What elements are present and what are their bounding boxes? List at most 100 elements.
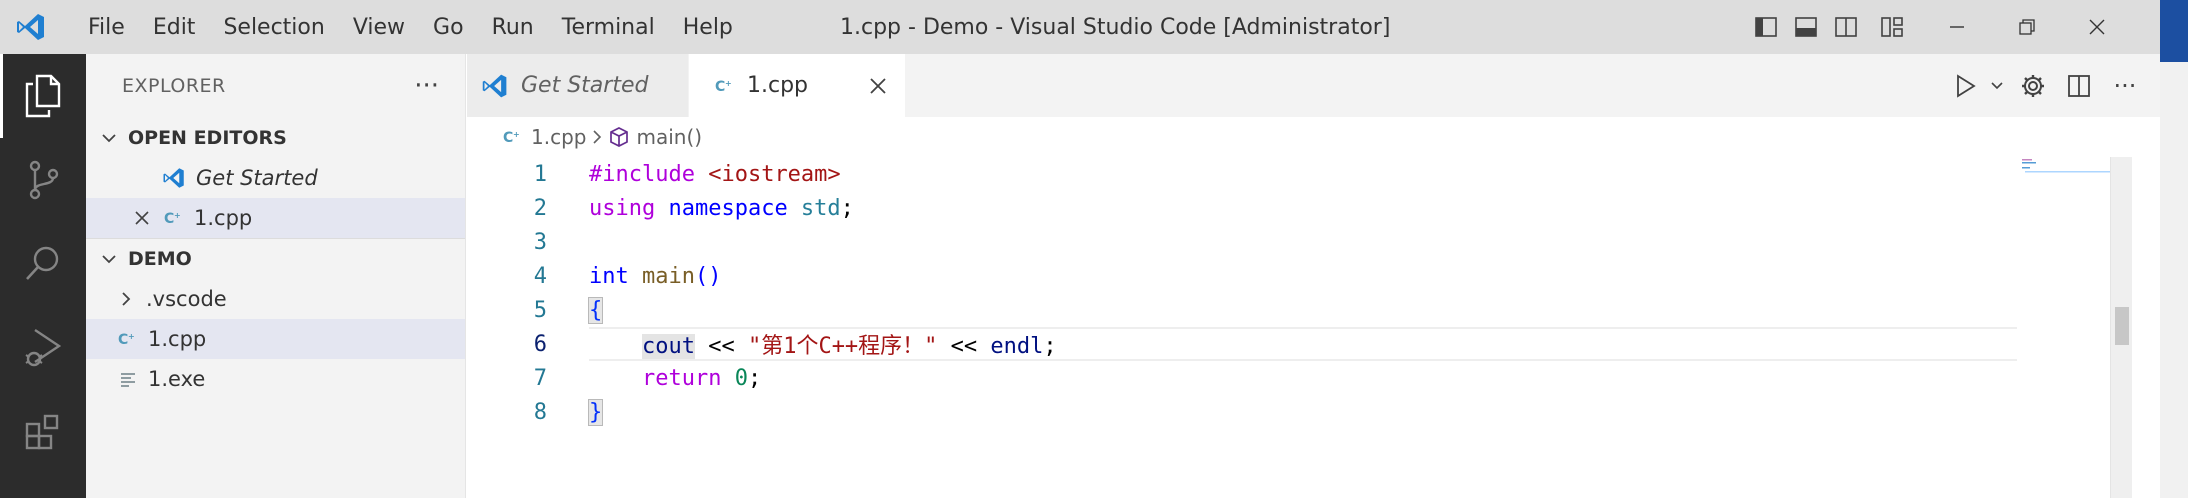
menu-terminal[interactable]: Terminal xyxy=(548,0,669,54)
line-number: 4 xyxy=(533,263,547,289)
svg-text:C: C xyxy=(118,332,128,348)
breadcrumb-file[interactable]: 1.cpp xyxy=(531,125,586,149)
customize-layout-icon[interactable] xyxy=(1872,0,1912,54)
menu-go[interactable]: Go xyxy=(419,0,478,54)
menu-run[interactable]: Run xyxy=(478,0,548,54)
tree-item-label: 1.cpp xyxy=(148,327,207,351)
editor-actions: ··· xyxy=(1948,54,2160,117)
code-line-current: 6 cout << "第1个C++程序！" << endl; xyxy=(467,327,2017,361)
cpp-file-icon: C + xyxy=(503,128,523,146)
search-icon[interactable] xyxy=(0,222,86,306)
menu-file[interactable]: File xyxy=(74,0,139,54)
explorer-header: EXPLORER ··· xyxy=(86,54,465,118)
svg-text:+: + xyxy=(725,79,732,88)
open-editors-label: OPEN EDITORS xyxy=(128,127,287,149)
cpp-file-icon: C + xyxy=(715,77,735,95)
tree-item-vscode-folder[interactable]: .vscode xyxy=(86,279,465,319)
chevron-down-icon[interactable] xyxy=(1984,54,2010,117)
menu-selection[interactable]: Selection xyxy=(209,0,338,54)
title-bar: File Edit Selection View Go Run Terminal… xyxy=(0,0,2160,54)
close-icon[interactable] xyxy=(134,210,150,226)
editor-area: Get Started C + 1.cpp ··· C + 1.cpp main… xyxy=(467,54,2160,498)
window-title: 1.cpp - Demo - Visual Studio Code [Admin… xyxy=(840,14,1391,40)
close-window-button[interactable] xyxy=(2062,0,2132,54)
restore-button[interactable] xyxy=(1992,0,2062,54)
scrollbar-thumb[interactable] xyxy=(2115,307,2129,345)
line-number: 8 xyxy=(533,399,547,425)
desktop-edge xyxy=(2160,0,2188,498)
split-editor-icon[interactable] xyxy=(2056,54,2102,117)
toggle-secondary-sidebar-icon[interactable] xyxy=(1826,0,1866,54)
vscode-file-icon xyxy=(162,166,186,190)
line-number: 3 xyxy=(533,229,547,255)
open-editors-section[interactable]: OPEN EDITORS xyxy=(86,118,465,158)
svg-text:C: C xyxy=(503,130,513,146)
activity-bar xyxy=(0,54,86,498)
code-line: 4 int main() xyxy=(467,259,2017,293)
toggle-panel-icon[interactable] xyxy=(1786,0,1826,54)
minimize-button[interactable] xyxy=(1922,0,1992,54)
svg-text:C: C xyxy=(715,79,725,95)
demo-folder-section[interactable]: DEMO xyxy=(86,239,465,279)
open-editor-1cpp[interactable]: C + 1.cpp xyxy=(86,198,465,238)
more-actions-icon[interactable]: ··· xyxy=(2102,54,2148,117)
open-editor-label: 1.cpp xyxy=(194,206,253,230)
breadcrumb-symbol[interactable]: main() xyxy=(636,125,702,149)
more-actions-icon[interactable]: ··· xyxy=(414,71,439,101)
explorer-title: EXPLORER xyxy=(122,75,226,97)
toggle-primary-sidebar-icon[interactable] xyxy=(1746,0,1786,54)
tab-get-started[interactable]: Get Started xyxy=(467,54,689,117)
tree-item-1cpp[interactable]: C + 1.cpp xyxy=(86,319,465,359)
explorer-sidebar: EXPLORER ··· OPEN EDITORS Get Started C +… xyxy=(86,54,466,498)
tree-item-1exe[interactable]: 1.exe xyxy=(86,359,465,399)
chevron-down-icon xyxy=(94,132,124,144)
menu-view[interactable]: View xyxy=(339,0,419,54)
svg-text:+: + xyxy=(174,211,181,220)
code-line: 2 using namespace std; xyxy=(467,191,2017,225)
matched-brace-close: } xyxy=(587,398,604,426)
chevron-right-icon xyxy=(120,291,132,307)
chevron-right-icon xyxy=(592,129,602,145)
menu-help[interactable]: Help xyxy=(669,0,747,54)
cpp-file-icon: C + xyxy=(164,209,184,227)
editor-tabs: Get Started C + 1.cpp ··· xyxy=(467,54,2160,117)
tab-1cpp[interactable]: C + 1.cpp xyxy=(689,54,905,117)
vscode-file-icon xyxy=(481,72,509,100)
code-editor[interactable]: 1 #include <iostream> 2 using namespace … xyxy=(467,157,2017,429)
chevron-down-icon xyxy=(94,253,124,265)
tab-label: 1.cpp xyxy=(747,73,809,98)
breadcrumb: C + 1.cpp main() xyxy=(467,117,2160,157)
code-line: 1 #include <iostream> xyxy=(467,157,2017,191)
vscode-logo-icon xyxy=(8,0,54,54)
tree-item-label: 1.exe xyxy=(148,367,206,391)
menu-edit[interactable]: Edit xyxy=(139,0,210,54)
open-editor-label: Get Started xyxy=(196,166,318,190)
vertical-scrollbar[interactable] xyxy=(2110,157,2132,498)
line-number: 7 xyxy=(533,365,547,391)
code-line: 7 return 0; xyxy=(467,361,2017,395)
code-line: 5 { xyxy=(467,293,2017,327)
extensions-icon[interactable] xyxy=(0,390,86,474)
line-number: 5 xyxy=(533,297,547,323)
explorer-icon[interactable] xyxy=(0,54,86,138)
demo-folder-label: DEMO xyxy=(128,248,192,270)
line-number: 2 xyxy=(533,195,547,221)
source-control-icon[interactable] xyxy=(0,138,86,222)
line-number: 1 xyxy=(533,161,547,187)
matched-brace-open: { xyxy=(587,296,604,324)
gear-icon[interactable] xyxy=(2010,54,2056,117)
open-editor-get-started[interactable]: Get Started xyxy=(86,158,465,198)
run-debug-icon[interactable] xyxy=(0,306,86,390)
cpp-file-icon: C + xyxy=(118,330,138,348)
tree-item-label: .vscode xyxy=(146,287,227,311)
close-tab-icon[interactable] xyxy=(869,77,887,95)
svg-text:+: + xyxy=(128,332,135,341)
cube-icon xyxy=(608,126,630,148)
tab-label: Get Started xyxy=(521,73,649,98)
menu-bar: File Edit Selection View Go Run Terminal… xyxy=(74,0,747,54)
run-file-icon[interactable] xyxy=(1948,54,1984,117)
text-file-icon xyxy=(120,371,136,387)
svg-text:+: + xyxy=(513,130,520,139)
title-bar-controls xyxy=(1746,0,2160,54)
code-line: 8 } xyxy=(467,395,2017,429)
